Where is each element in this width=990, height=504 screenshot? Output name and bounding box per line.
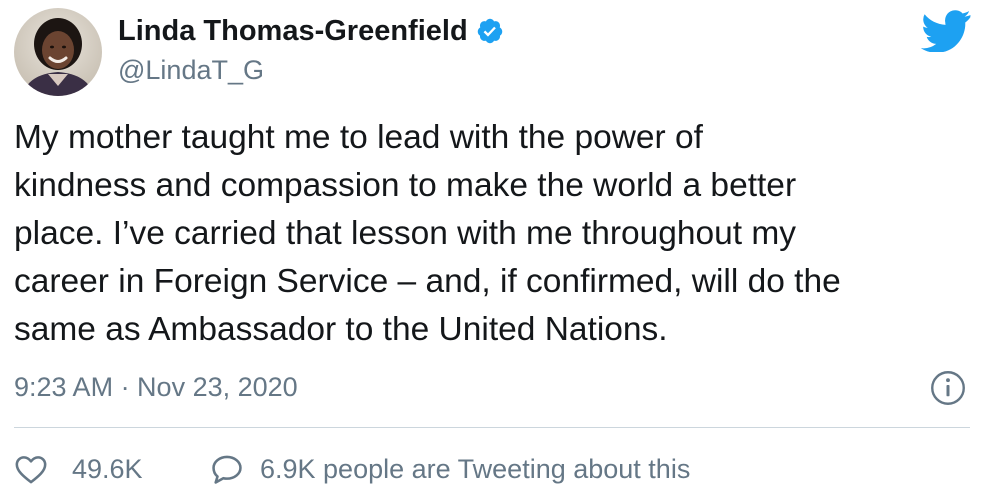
tweet-text: My mother taught me to lead with the pow… bbox=[14, 119, 841, 348]
info-icon[interactable] bbox=[930, 370, 966, 406]
speech-bubble-icon bbox=[212, 455, 242, 484]
like-count: 49.6K bbox=[72, 454, 143, 484]
author-display-name[interactable]: Linda Thomas-Greenfield bbox=[118, 14, 468, 48]
author-name-row[interactable]: Linda Thomas-Greenfield bbox=[118, 14, 504, 48]
avatar-image bbox=[14, 8, 102, 96]
verified-badge-icon bbox=[477, 18, 502, 44]
conversation-label: 6.9K people are Tweeting about this bbox=[260, 454, 691, 484]
tweet-timestamp[interactable]: 9:23 AM · Nov 23, 2020 bbox=[14, 370, 298, 404]
heart-icon bbox=[15, 456, 47, 484]
conversation-button[interactable]: 6.9K people are Tweeting about this bbox=[210, 452, 690, 486]
avatar[interactable] bbox=[14, 8, 102, 96]
like-button[interactable]: 49.6K bbox=[14, 452, 143, 486]
author-handle[interactable]: @LindaT_G bbox=[118, 54, 264, 86]
twitter-bird-icon[interactable] bbox=[920, 10, 972, 52]
divider bbox=[14, 427, 970, 428]
